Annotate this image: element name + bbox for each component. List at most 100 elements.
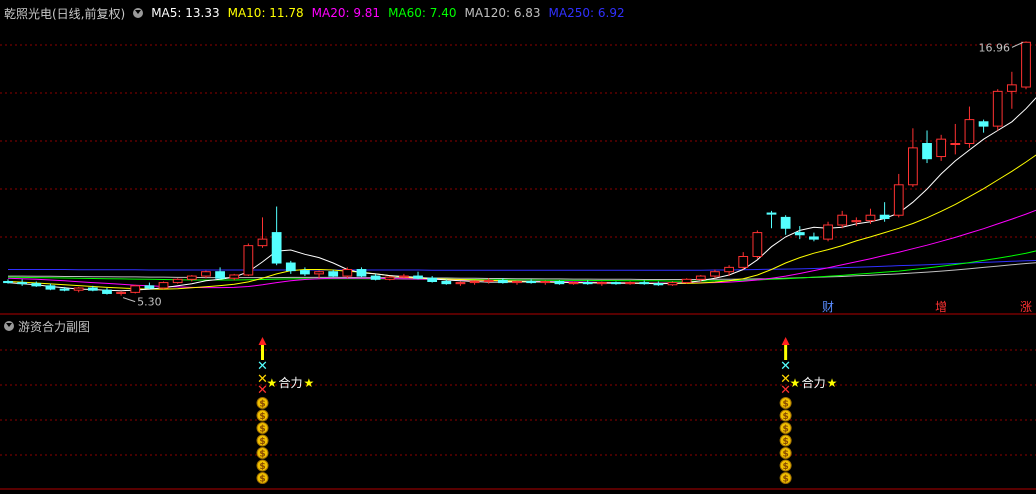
candle-body bbox=[172, 278, 183, 284]
candle-body bbox=[908, 147, 918, 186]
money-bag-glyph: $ bbox=[259, 437, 265, 447]
candle-body bbox=[837, 214, 848, 226]
sub-dropdown-icon[interactable] bbox=[4, 321, 14, 331]
candle-body bbox=[271, 232, 282, 264]
candle-body bbox=[59, 288, 70, 291]
candle-body bbox=[356, 269, 367, 277]
money-bag-glyph: $ bbox=[259, 412, 265, 422]
candle-body bbox=[441, 280, 452, 285]
ma10-line bbox=[7, 154, 1036, 290]
candle-body bbox=[596, 282, 607, 285]
money-bag-glyph: $ bbox=[259, 462, 265, 472]
ma10-label: MA10: 11.78 bbox=[227, 6, 304, 20]
low-arrow bbox=[122, 297, 136, 303]
candle-body bbox=[681, 278, 692, 284]
candle-body bbox=[144, 285, 155, 289]
candle-body bbox=[823, 224, 833, 240]
candle-body bbox=[45, 285, 56, 290]
star-icon: ★ bbox=[790, 376, 801, 390]
candle-body bbox=[653, 283, 664, 286]
star-icon: ★ bbox=[267, 376, 278, 390]
candle-body bbox=[710, 271, 720, 277]
candle-body bbox=[851, 220, 862, 223]
candle-body bbox=[766, 212, 777, 215]
candle-body bbox=[936, 138, 947, 158]
low-label: 5.30 bbox=[137, 296, 162, 309]
money-bag-glyph: $ bbox=[783, 462, 789, 472]
candle-body bbox=[31, 283, 42, 287]
ma5-line bbox=[7, 97, 1036, 292]
candle-body bbox=[752, 232, 763, 258]
candle-body bbox=[611, 282, 621, 285]
signal-arrow-head bbox=[258, 337, 267, 345]
candle-body bbox=[314, 271, 324, 275]
candle-body bbox=[1021, 41, 1031, 88]
ma5-label: MA5: 13.33 bbox=[151, 6, 220, 20]
candle-body bbox=[102, 289, 112, 294]
candle-body bbox=[17, 282, 28, 285]
high-label: 16.96 bbox=[979, 41, 1011, 54]
candle-body bbox=[3, 280, 13, 284]
candle-body bbox=[950, 143, 961, 146]
candle-body bbox=[667, 282, 678, 286]
candle-body bbox=[257, 238, 268, 247]
candle-body bbox=[625, 282, 635, 285]
candle-body bbox=[568, 282, 579, 285]
candle-body bbox=[809, 236, 819, 240]
signal-arrow-head bbox=[781, 337, 790, 345]
candle-body bbox=[497, 279, 508, 284]
star-icon: ★ bbox=[304, 376, 315, 390]
candle-body bbox=[73, 287, 84, 291]
candle-body bbox=[342, 269, 353, 277]
candle-body bbox=[427, 277, 438, 282]
candle-body bbox=[978, 121, 989, 127]
chart-header: 乾照光电(日线,前复权) MA5: 13.33 MA10: 11.78 MA20… bbox=[4, 4, 633, 22]
stock-title: 乾照光电(日线,前复权) bbox=[4, 6, 126, 21]
candle-body bbox=[512, 280, 522, 284]
candle-body bbox=[469, 280, 480, 284]
money-bag-glyph: $ bbox=[259, 475, 265, 485]
candle-body bbox=[554, 280, 565, 285]
candle-body bbox=[695, 275, 706, 280]
candle-body bbox=[328, 271, 339, 277]
event-marker: 财 bbox=[822, 300, 834, 314]
candle-body bbox=[285, 262, 296, 272]
candle-body bbox=[639, 282, 650, 285]
money-bag-glyph: $ bbox=[783, 425, 789, 435]
star-icon: ★ bbox=[827, 376, 838, 390]
event-marker: 涨 bbox=[1020, 299, 1032, 314]
header-dropdown-icon[interactable] bbox=[133, 8, 144, 18]
signal-text: 合力 bbox=[802, 375, 826, 390]
candle-body bbox=[413, 275, 423, 279]
ma120-label: MA120: 6.83 bbox=[464, 6, 541, 20]
money-bag-glyph: $ bbox=[259, 400, 265, 410]
candle-body bbox=[384, 276, 395, 280]
candle-body bbox=[370, 275, 381, 280]
event-marker: 增 bbox=[935, 300, 947, 314]
ma20-label: MA20: 9.81 bbox=[311, 6, 381, 20]
candle-body bbox=[229, 274, 240, 279]
candle-body bbox=[201, 271, 211, 277]
candle-body bbox=[780, 216, 791, 229]
candle-body bbox=[922, 143, 932, 160]
candle-body bbox=[116, 291, 126, 294]
ma250-line bbox=[8, 260, 1036, 271]
candle-body bbox=[130, 285, 141, 293]
candle-body bbox=[158, 282, 169, 289]
ma20-line bbox=[7, 209, 1036, 289]
candle-body bbox=[87, 287, 98, 291]
money-bag-glyph: $ bbox=[783, 475, 789, 485]
candle-body bbox=[455, 282, 466, 285]
candle-body bbox=[893, 184, 904, 216]
candle-body bbox=[738, 256, 749, 268]
signal-text: 合力 bbox=[279, 375, 303, 390]
candle-body bbox=[300, 270, 310, 275]
candle-body bbox=[186, 275, 197, 280]
ma60-line bbox=[7, 250, 1036, 282]
candle-body bbox=[865, 214, 876, 222]
candle-body bbox=[582, 282, 593, 285]
money-bag-glyph: $ bbox=[259, 450, 265, 460]
money-bag-glyph: $ bbox=[259, 425, 265, 435]
money-bag-glyph: $ bbox=[783, 400, 789, 410]
candle-body bbox=[399, 275, 409, 278]
